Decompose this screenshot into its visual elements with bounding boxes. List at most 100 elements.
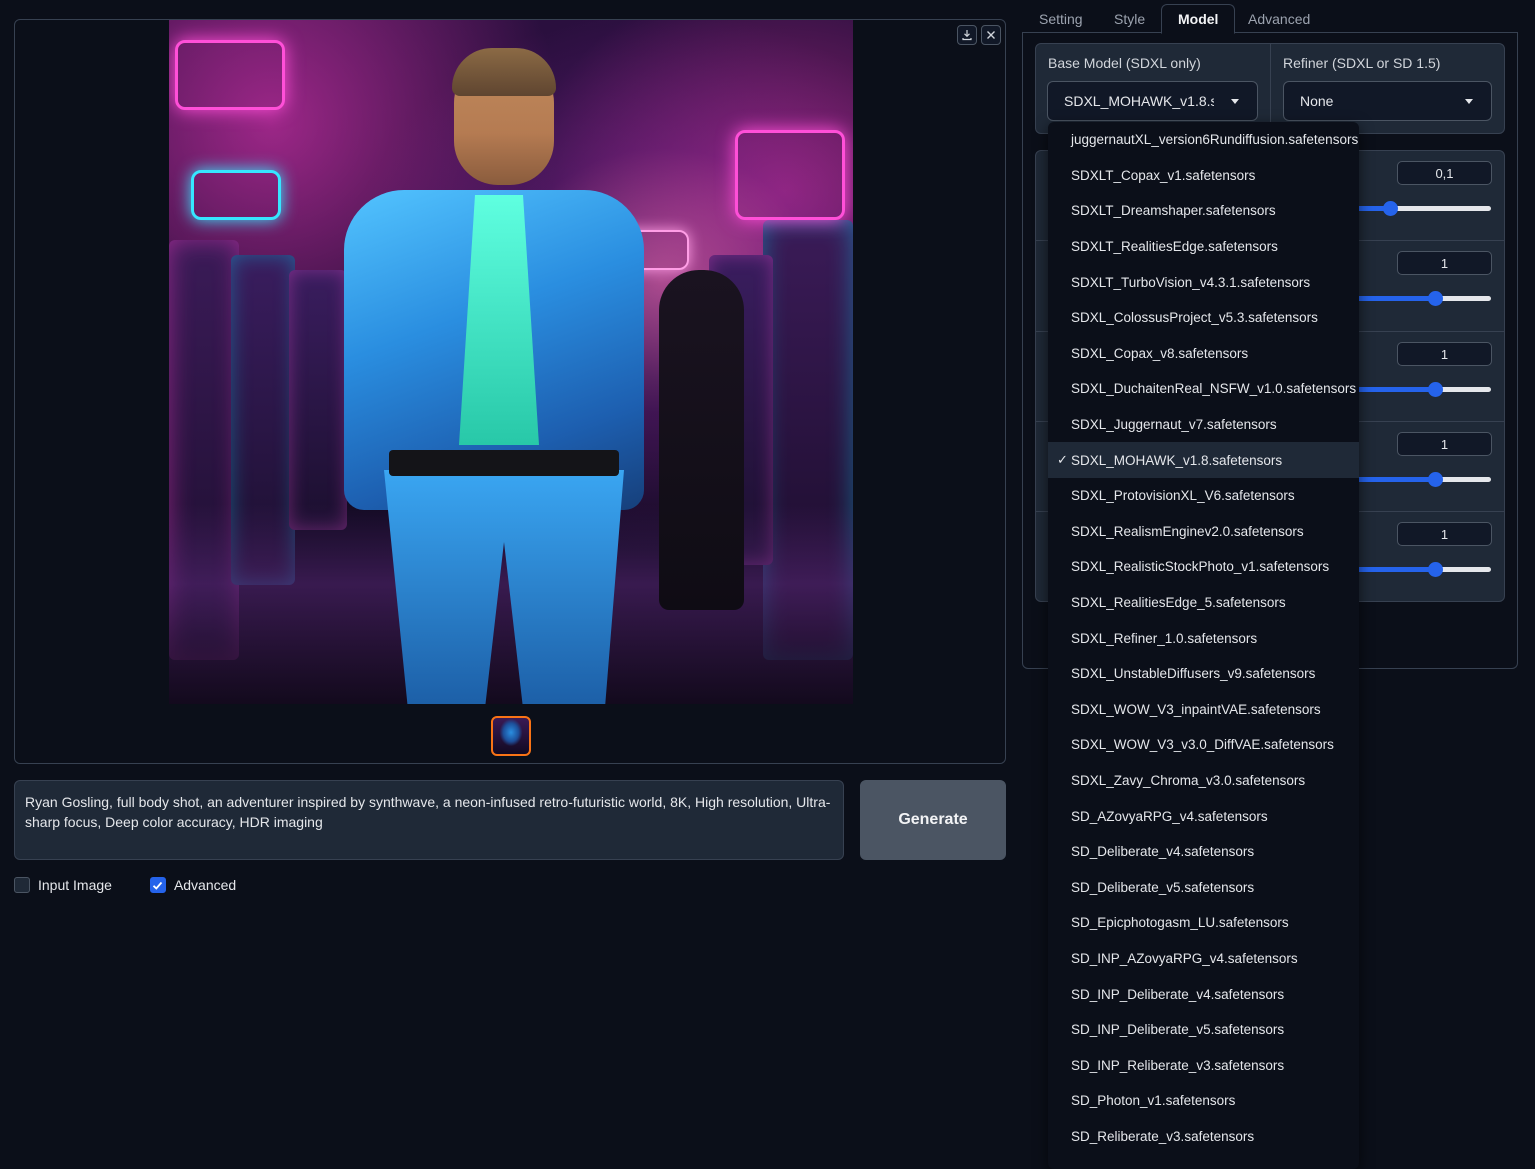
dropdown-option-label: SDXL_RealismEnginev2.0.safetensors: [1071, 523, 1304, 539]
slider-fill: [1355, 477, 1436, 482]
tab-style[interactable]: Style: [1098, 4, 1161, 34]
dropdown-option-label: SD_AZovyaRPG_v4.safetensors: [1071, 808, 1268, 824]
dropdown-option[interactable]: SDXL_WOW_V3_inpaintVAE.safetensors: [1048, 692, 1359, 728]
dropdown-option[interactable]: SDXLT_Copax_v1.safetensors: [1048, 158, 1359, 194]
neon-sign-pink: [175, 40, 285, 110]
slider-number-input[interactable]: 0,1: [1397, 161, 1492, 185]
base-model-value: SDXL_MOHAWK_v1.8.safetensors: [1064, 93, 1214, 109]
dropdown-option[interactable]: SD_Photon_v1.safetensors: [1048, 1083, 1359, 1119]
dropdown-option-label: SDXL_RealitiesEdge_5.safetensors: [1071, 595, 1286, 611]
dropdown-option[interactable]: SD_INP_AZovyaRPG_v4.safetensors: [1048, 941, 1359, 977]
check-icon: [153, 881, 163, 890]
dropdown-option[interactable]: SDXL_RealismEnginev2.0.safetensors: [1048, 514, 1359, 550]
input-image-checkbox[interactable]: Input Image: [14, 877, 112, 893]
dropdown-option[interactable]: SDXLT_Dreamshaper.safetensors: [1048, 193, 1359, 229]
dropdown-option-label: SDXL_WOW_V3_v3.0_DiffVAE.safetensors: [1071, 737, 1334, 753]
checkbox-box[interactable]: [149, 877, 166, 893]
dropdown-option-label: SDXL_Zavy_Chroma_v3.0.safetensors: [1071, 773, 1306, 789]
prompt-textarea[interactable]: Ryan Gosling, full body shot, an adventu…: [14, 780, 844, 860]
slider-number-input[interactable]: 1: [1397, 342, 1492, 366]
dropdown-option[interactable]: SDXL_Copax_v8.safetensors: [1048, 336, 1359, 372]
slider-number-input[interactable]: 1: [1397, 522, 1492, 546]
dropdown-option-label: SDXL_WOW_V3_inpaintVAE.safetensors: [1071, 701, 1321, 717]
gallery-toolbar: [957, 25, 1001, 45]
base-model-select[interactable]: SDXL_MOHAWK_v1.8.safetensors: [1047, 81, 1258, 121]
dropdown-option-label: SD_Photon_v1.safetensors: [1071, 1093, 1236, 1109]
checkbox-label: Input Image: [38, 877, 112, 893]
dropdown-option[interactable]: SDXL_RealitiesEdge_5.safetensors: [1048, 585, 1359, 621]
dropdown-option[interactable]: SDXL_UnstableDiffusers_v9.safetensors: [1048, 656, 1359, 692]
refiner-select[interactable]: None: [1283, 81, 1492, 121]
app-root: Ryan Gosling, full body shot, an adventu…: [0, 0, 1535, 1169]
dropdown-option[interactable]: SDXLT_TurboVision_v4.3.1.safetensors: [1048, 264, 1359, 300]
dropdown-option-label: SDXL_Juggernaut_v7.safetensors: [1071, 417, 1277, 433]
slider-track[interactable]: [1355, 562, 1491, 577]
slider-track[interactable]: [1355, 201, 1491, 216]
checkbox-box[interactable]: [14, 877, 30, 893]
dropdown-option[interactable]: juggernautXL_version6Rundiffusion.safete…: [1048, 122, 1359, 158]
dropdown-option[interactable]: SDXLT_RealitiesEdge.safetensors: [1048, 229, 1359, 265]
generate-button[interactable]: Generate: [860, 780, 1006, 860]
dropdown-option[interactable]: SD_Epicphotogasm_LU.safetensors: [1048, 905, 1359, 941]
dropdown-option-label: SD_Deliberate_v5.safetensors: [1071, 879, 1255, 895]
dropdown-option[interactable]: SD_INP_Deliberate_v4.safetensors: [1048, 976, 1359, 1012]
dropdown-option[interactable]: SD_Deliberate_v5.safetensors: [1048, 870, 1359, 906]
tab-advanced[interactable]: Advanced: [1232, 4, 1326, 34]
generated-image[interactable]: [169, 20, 853, 704]
arcade-cabinet-left-3: [289, 270, 347, 530]
dropdown-option-label: SDXL_UnstableDiffusers_v9.safetensors: [1071, 666, 1316, 682]
slider-fill: [1355, 567, 1436, 572]
dropdown-option-label: SDXL_ColossusProject_v5.3.safetensors: [1071, 310, 1318, 326]
dropdown-option-label: SD_INP_AZovyaRPG_v4.safetensors: [1071, 951, 1298, 967]
tab-setting[interactable]: Setting: [1023, 4, 1099, 34]
dropdown-option-label: SD_INP_Deliberate_v5.safetensors: [1071, 1022, 1285, 1038]
dropdown-option[interactable]: SDXL_WOW_V3_v3.0_DiffVAE.safetensors: [1048, 727, 1359, 763]
base-model-label: Base Model (SDXL only): [1048, 55, 1201, 71]
chevron-down-icon: [1465, 99, 1473, 104]
dropdown-option[interactable]: SDXL_RealisticStockPhoto_v1.safetensors: [1048, 549, 1359, 585]
dropdown-option[interactable]: SDXL_DuchaitenReal_NSFW_v1.0.safetensors: [1048, 371, 1359, 407]
dropdown-option-label: SDXLT_RealitiesEdge.safetensors: [1071, 239, 1278, 255]
advanced-checkbox[interactable]: Advanced: [149, 877, 237, 893]
belt: [389, 450, 619, 476]
slider-track[interactable]: [1355, 472, 1491, 487]
dropdown-option[interactable]: SDXL_Juggernaut_v7.safetensors: [1048, 407, 1359, 443]
dropdown-option-label: SDXL_Refiner_1.0.safetensors: [1071, 630, 1258, 646]
dropdown-option[interactable]: SD_Reliberate_v3.safetensors: [1048, 1119, 1359, 1155]
option-checkboxes: Input Image Advanced: [14, 877, 236, 893]
dropdown-option[interactable]: SD_Deliberate_v4.safetensors: [1048, 834, 1359, 870]
close-icon: [987, 31, 995, 39]
slider-number-input[interactable]: 1: [1397, 432, 1492, 456]
dropdown-option-label: SD_Deliberate_v4.safetensors: [1071, 844, 1255, 860]
background-person: [659, 270, 744, 610]
dropdown-option-label: SD_INP_Deliberate_v4.safetensors: [1071, 986, 1285, 1002]
dropdown-option[interactable]: SD_INP_Deliberate_v5.safetensors: [1048, 1012, 1359, 1048]
dropdown-option[interactable]: SDXL_Refiner_1.0.safetensors: [1048, 620, 1359, 656]
thumbnail-selected[interactable]: [491, 716, 531, 756]
download-button[interactable]: [957, 25, 977, 45]
checkbox-label: Advanced: [173, 877, 237, 893]
slider-fill: [1355, 296, 1436, 301]
base-model-dropdown: juggernautXL_version6Rundiffusion.safete…: [1048, 122, 1359, 1169]
tab-bar: Setting Style Model Advanced: [1022, 0, 1518, 34]
dropdown-option[interactable]: SDXL_ColossusProject_v5.3.safetensors: [1048, 300, 1359, 336]
dropdown-option-label: SD_Epicphotogasm_LU.safetensors: [1071, 915, 1289, 931]
image-gallery: [14, 19, 1006, 764]
chevron-down-icon: [1231, 99, 1239, 104]
dropdown-option[interactable]: SDXL_ProtovisionXL_V6.safetensors: [1048, 478, 1359, 514]
dropdown-option[interactable]: SD_AZovyaRPG_v4.safetensors: [1048, 798, 1359, 834]
dropdown-option[interactable]: SD_INP_Reliberate_v3.safetensors: [1048, 1048, 1359, 1084]
dropdown-option[interactable]: ✓ SDXL_MOHAWK_v1.8.safetensors: [1048, 442, 1359, 478]
dropdown-option-label: SDXLT_Dreamshaper.safetensors: [1071, 203, 1276, 219]
slider-number-input[interactable]: 1: [1397, 251, 1492, 275]
tab-model[interactable]: Model: [1161, 4, 1236, 34]
dropdown-option-label: SDXL_RealisticStockPhoto_v1.safetensors: [1071, 559, 1330, 575]
dropdown-option[interactable]: SDXL_Zavy_Chroma_v3.0.safetensors: [1048, 763, 1359, 799]
slider-track[interactable]: [1355, 291, 1491, 306]
dropdown-option-label: SDXL_DuchaitenReal_NSFW_v1.0.safetensors: [1071, 381, 1357, 397]
refiner-value: None: [1300, 93, 1334, 109]
neon-sign-cyan: [191, 170, 281, 220]
slider-track[interactable]: [1355, 382, 1491, 397]
close-button[interactable]: [981, 25, 1001, 45]
hair: [452, 48, 556, 96]
